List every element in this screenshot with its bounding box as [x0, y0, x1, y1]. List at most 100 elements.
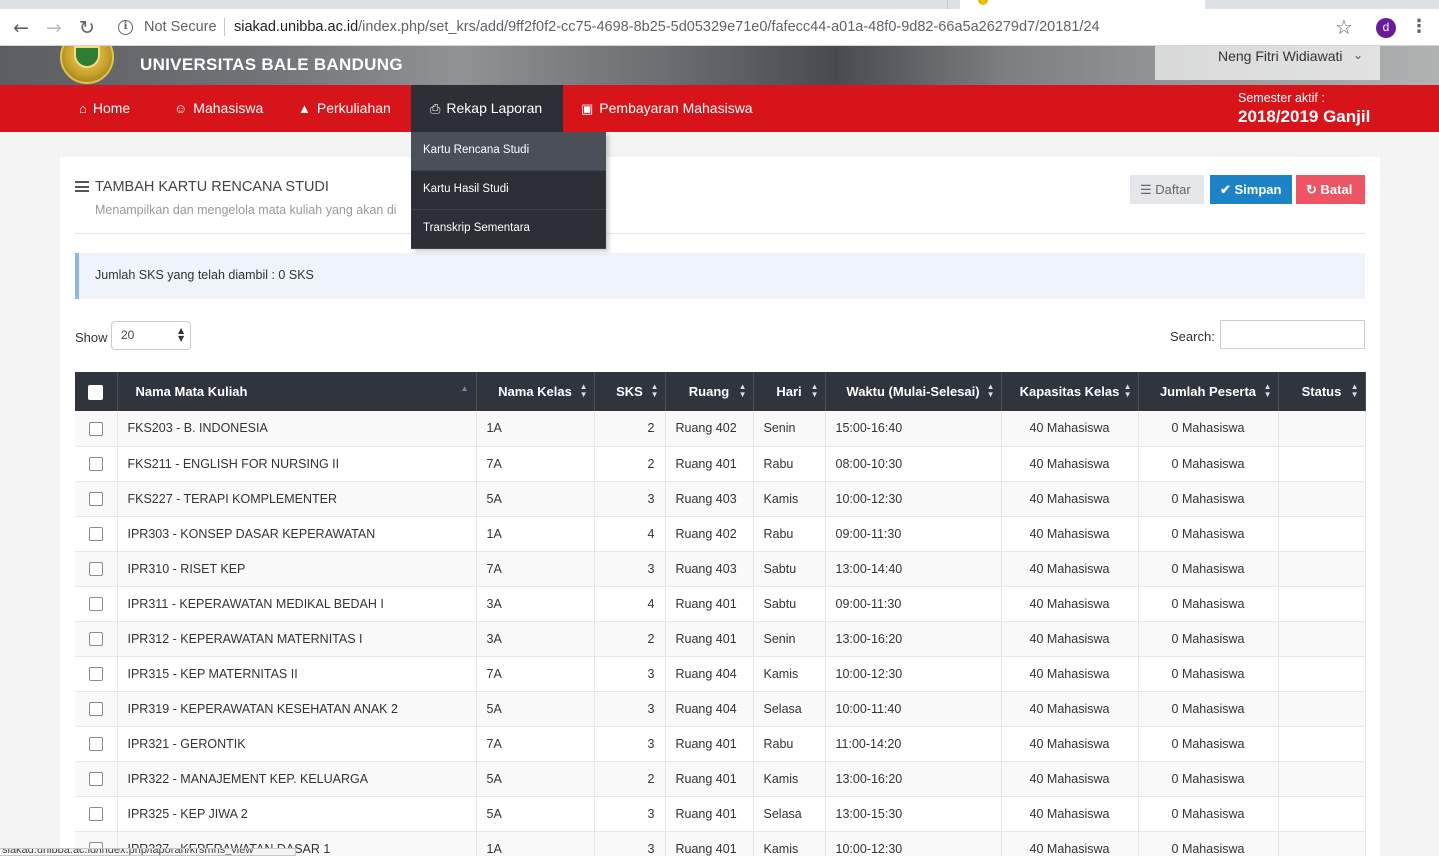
row-checkbox[interactable]: [88, 421, 103, 436]
table-row[interactable]: FKS227 - TERAPI KOMPLEMENTER 5A 3 Ruang 403…: [75, 481, 1366, 517]
row-checkbox-cell[interactable]: [75, 796, 118, 832]
table-row[interactable]: IPR319 - KEPERAWATAN KESEHATAN ANAK 2 5A 3…: [75, 691, 1366, 727]
cell-kapasitas: 40 Mahasiswa: [1001, 831, 1139, 856]
cell-kapasitas: 40 Mahasiswa: [1001, 761, 1139, 797]
page-title: TAMBAH KARTU RENCANA STUDI: [75, 179, 329, 195]
daftar-label: Daftar: [1155, 182, 1191, 197]
th-ruang[interactable]: Ruang ▲ ▼: [665, 372, 754, 411]
row-checkbox[interactable]: [88, 631, 103, 646]
simpan-button[interactable]: ✔ Simpan: [1210, 175, 1292, 204]
row-checkbox[interactable]: [88, 491, 103, 506]
address-bar[interactable]: i Not Secure siakad.unibba.ac.id/index.p…: [108, 13, 1366, 43]
table-row[interactable]: FKS211 - ENGLISH FOR NURSING II 7A 2 Ruang …: [75, 446, 1366, 482]
chevron-down-icon[interactable]: ⌄: [1353, 48, 1363, 62]
cell-waktu: 09:00-11:30: [825, 516, 1002, 552]
browser-menu-icon[interactable]: ⋮: [1410, 16, 1428, 37]
row-checkbox-cell[interactable]: [75, 621, 118, 657]
table-row[interactable]: IPR310 - RISET KEP 7A 3 Ruang 403 Sabtu 13:00…: [75, 551, 1366, 587]
cell-waktu: 11:00-14:20: [825, 726, 1002, 762]
cell-waktu: 10:00-11:40: [825, 691, 1002, 727]
header-label: Nama Mata Kuliah: [135, 384, 248, 399]
row-checkbox[interactable]: [88, 526, 103, 541]
th-status[interactable]: Status ▲ ▼: [1278, 372, 1366, 411]
cell-kelas: 7A: [476, 551, 595, 587]
th-hari[interactable]: Hari ▲ ▼: [753, 372, 826, 411]
page-size-select[interactable]: 20 ▲ ▼: [111, 321, 191, 350]
sort-icon: ▲ ▼: [579, 382, 588, 399]
table-row[interactable]: IPR303 - KONSEP DASAR KEPERAWATAN 1A 4 Ruan…: [75, 516, 1366, 552]
menu-item-kartu-hasil-studi[interactable]: Kartu Hasil Studi: [411, 171, 606, 210]
cell-hari: Rabu: [753, 726, 826, 762]
nav-item-rekap-laporan[interactable]: ⎙ Rekap Laporan: [411, 85, 563, 132]
cell-waktu: 13:00-16:20: [825, 761, 1002, 797]
row-checkbox-cell[interactable]: [75, 516, 118, 552]
nav-item-label: Pembayaran Mahasiswa: [599, 100, 753, 116]
table-row[interactable]: IPR321 - GERONTIK 7A 3 Ruang 401 Rabu 11:00-1…: [75, 726, 1366, 762]
cell-sks: 3: [594, 656, 666, 692]
nav-item-pembayaran[interactable]: ▣ Pembayaran Mahasiswa: [581, 85, 753, 132]
row-checkbox-cell[interactable]: [75, 691, 118, 727]
cell-waktu: 09:00-11:30: [825, 586, 1002, 622]
search-input[interactable]: [1220, 320, 1365, 349]
user-icon: ☺: [174, 101, 188, 116]
th-kapasitas[interactable]: Kapasitas Kelas ▲ ▼: [1001, 372, 1139, 411]
row-checkbox-cell[interactable]: [75, 761, 118, 797]
info-icon[interactable]: i: [118, 20, 133, 35]
cell-peserta: 0 Mahasiswa: [1138, 761, 1279, 797]
url-text[interactable]: siakad.unibba.ac.id/index.php/set_krs/ad…: [234, 19, 1100, 35]
nav-item-home[interactable]: ⌂ Home: [79, 85, 130, 132]
th-waktu[interactable]: Waktu (Mulai-Selesai) ▲ ▼: [825, 372, 1002, 411]
table-row[interactable]: IPR315 - KEP MATERNITAS II 7A 3 Ruang 404 Ka…: [75, 656, 1366, 692]
row-checkbox[interactable]: [88, 806, 103, 821]
reload-icon[interactable]: ↻: [76, 17, 98, 39]
row-checkbox[interactable]: [88, 771, 103, 786]
row-checkbox[interactable]: [88, 666, 103, 681]
site-title[interactable]: UNIVERSITAS BALE BANDUNG: [140, 55, 403, 75]
user-name[interactable]: Neng Fitri Widiawati: [1218, 48, 1342, 64]
header-label: Jumlah Peserta: [1159, 384, 1257, 399]
row-checkbox-cell[interactable]: [75, 551, 118, 587]
row-checkbox-cell[interactable]: [75, 446, 118, 482]
table-row[interactable]: FKS203 - B. INDONESIA 1A 2 Ruang 402 Senin 15…: [75, 411, 1366, 447]
browser-tab-inactive[interactable]: [0, 0, 948, 9]
row-checkbox-cell[interactable]: [75, 656, 118, 692]
page-title-text: TAMBAH KARTU RENCANA STUDI: [95, 179, 329, 195]
th-sks[interactable]: SKS ▲ ▼: [594, 372, 666, 411]
menu-item-kartu-rencana-studi[interactable]: Kartu Rencana Studi: [411, 132, 606, 171]
browser-tab-active[interactable]: [960, 0, 1205, 9]
list-icon: ☰: [1140, 182, 1156, 197]
select-all-checkbox-cell[interactable]: [75, 372, 118, 411]
nav-item-perkuliahan[interactable]: ▲ Perkuliahan: [298, 85, 391, 132]
cell-kelas: 5A: [476, 691, 595, 727]
row-checkbox-cell[interactable]: [75, 411, 118, 447]
batal-button[interactable]: ↻ Batal: [1296, 175, 1365, 204]
bookmark-star-icon[interactable]: ☆: [1335, 15, 1353, 39]
back-arrow-icon[interactable]: ←: [10, 17, 32, 39]
row-checkbox[interactable]: [88, 596, 103, 611]
table-row[interactable]: IPR322 - MANAJEMENT KEP. KELUARGA 5A 2 Ruan…: [75, 761, 1366, 797]
cell-ruang: Ruang 402: [665, 516, 754, 552]
row-checkbox[interactable]: [88, 701, 103, 716]
browser-toolbar: ← → ↻ i Not Secure siakad.unibba.ac.id/i…: [0, 0, 1439, 46]
menu-item-transkrip-sementara[interactable]: Transkrip Sementara: [411, 210, 606, 249]
row-checkbox[interactable]: [88, 736, 103, 751]
daftar-button[interactable]: ☰ Daftar: [1130, 175, 1204, 204]
table-row[interactable]: IPR311 - KEPERAWATAN MEDIKAL BEDAH I 3A 4 R…: [75, 586, 1366, 622]
select-all-checkbox[interactable]: [88, 384, 104, 400]
th-nama-kelas[interactable]: Nama Kelas ▲ ▼: [476, 372, 595, 411]
row-checkbox[interactable]: [88, 561, 103, 576]
forward-arrow-icon[interactable]: →: [43, 17, 65, 39]
th-jumlah-peserta[interactable]: Jumlah Peserta ▲ ▼: [1138, 372, 1279, 411]
cell-mk: IPR315 - KEP MATERNITAS II: [117, 656, 477, 692]
nav-item-mahasiswa[interactable]: ☺ Mahasiswa: [174, 85, 263, 132]
cell-mk: FKS227 - TERAPI KOMPLEMENTER: [117, 481, 477, 517]
row-checkbox-cell[interactable]: [75, 481, 118, 517]
table-row[interactable]: IPR312 - KEPERAWATAN MATERNITAS I 3A 2 Ruan…: [75, 621, 1366, 657]
th-nama-mata-kuliah[interactable]: Nama Mata Kuliah ▲: [117, 372, 477, 411]
profile-avatar[interactable]: d: [1376, 18, 1396, 38]
row-checkbox-cell[interactable]: [75, 586, 118, 622]
row-checkbox[interactable]: [88, 456, 103, 471]
cell-waktu: 13:00-15:30: [825, 796, 1002, 832]
table-row[interactable]: IPR325 - KEP JIWA 2 5A 3 Ruang 401 Selasa 13:…: [75, 796, 1366, 832]
row-checkbox-cell[interactable]: [75, 726, 118, 762]
